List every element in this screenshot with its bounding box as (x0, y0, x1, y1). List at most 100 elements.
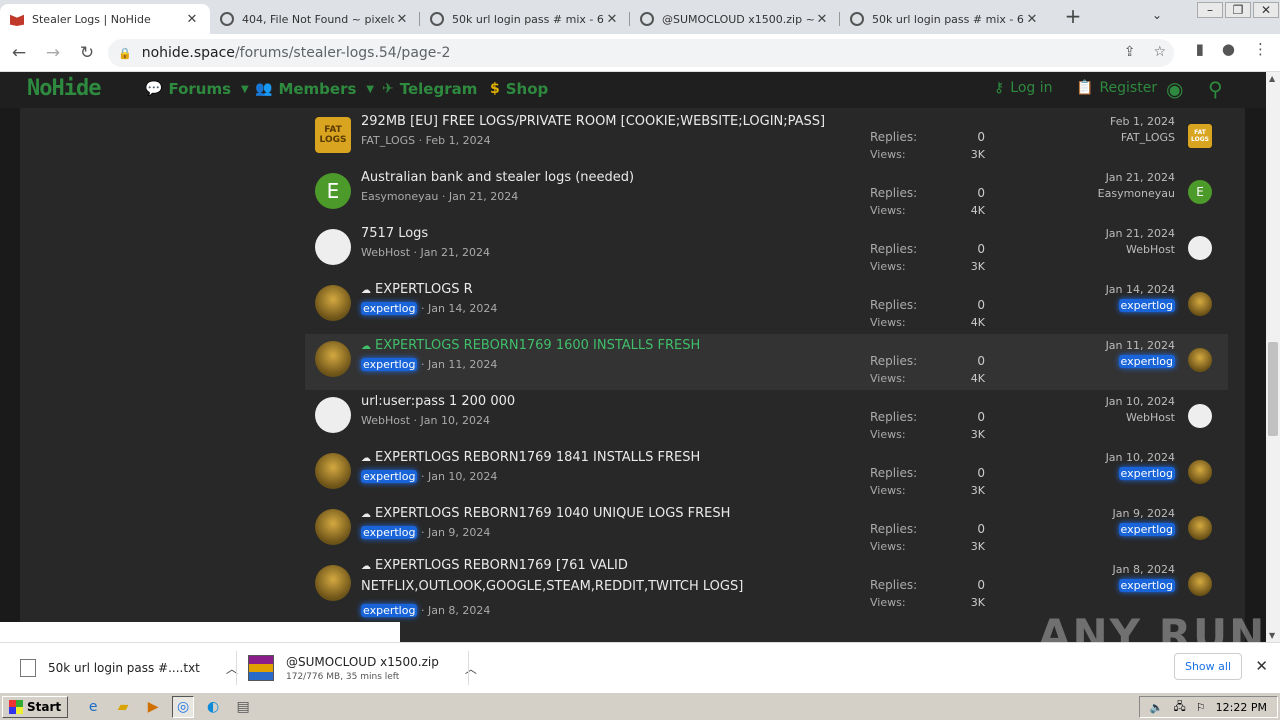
address-bar[interactable]: 🔒 nohide.space/forums/stealer-logs.54/pa… (108, 39, 1174, 67)
tab-stealer-logs[interactable]: Stealer Logs | NoHide ✕ (0, 4, 210, 34)
author-avatar[interactable] (315, 565, 351, 601)
author-link[interactable]: expertlog (361, 526, 418, 539)
thread-date[interactable]: Jan 21, 2024 (449, 190, 518, 203)
last-post-date[interactable]: Jan 10, 2024 (1106, 395, 1175, 408)
notepad-icon[interactable]: ▤ (232, 696, 254, 718)
clock[interactable]: 12:22 PM (1216, 701, 1267, 714)
thread-title[interactable]: Australian bank and stealer logs (needed… (361, 170, 634, 185)
scroll-up-icon[interactable]: ▲ (1269, 74, 1275, 83)
close-tab-icon[interactable]: ✕ (604, 12, 620, 27)
network-icon[interactable]: 🖧 (1174, 698, 1186, 717)
forward-arrow-icon[interactable]: → (38, 43, 68, 63)
kebab-menu-icon[interactable]: ⋮ (1253, 40, 1268, 58)
reload-icon[interactable]: ↻ (72, 43, 102, 63)
profile-avatar-icon[interactable]: ● (1222, 40, 1235, 58)
nav-shop[interactable]: $ Shop (490, 80, 548, 98)
download-item-zip[interactable]: @SUMOCLOUD x1500.zip 172/776 MB, 35 mins… (248, 643, 477, 693)
chrome-icon[interactable]: ◎ (172, 695, 195, 718)
last-poster-avatar[interactable] (1188, 460, 1212, 484)
last-post-date[interactable]: Jan 10, 2024 (1106, 451, 1175, 464)
author-avatar[interactable] (315, 509, 351, 545)
thread-row[interactable]: ☁ EXPERTLOGS REBORN1769 1600 INSTALLS FRE… (305, 334, 1228, 390)
thread-row[interactable]: ☁ EXPERTLOGS REBORN1769 1040 UNIQUE LOGS … (305, 502, 1228, 558)
show-all-button[interactable]: Show all (1173, 653, 1242, 680)
search-icon[interactable]: ⚲ (1208, 77, 1223, 101)
last-post-user[interactable]: Easymoneyau (1098, 187, 1175, 200)
last-post-date[interactable]: Jan 14, 2024 (1106, 283, 1175, 296)
thread-row[interactable]: E Australian bank and stealer logs (need… (305, 166, 1228, 222)
nav-telegram[interactable]: ✈ Telegram (382, 80, 477, 98)
globe-icon[interactable]: ◉ (1166, 77, 1183, 101)
last-post-date[interactable]: Feb 1, 2024 (1110, 115, 1175, 128)
ie-icon[interactable]: e (82, 696, 104, 718)
last-post-user[interactable]: expertlog (1118, 355, 1175, 368)
start-button[interactable]: Start (2, 695, 69, 718)
last-post-user[interactable]: expertlog (1118, 579, 1175, 592)
thread-title[interactable]: ☁ EXPERTLOGS REBORN1769 [761 VALID NETFLI… (361, 556, 841, 597)
close-tab-icon[interactable]: ✕ (814, 12, 830, 27)
restore-icon[interactable]: ❐ (1225, 2, 1251, 18)
thread-date[interactable]: Jan 10, 2024 (428, 470, 497, 483)
last-post-user[interactable]: expertlog (1118, 467, 1175, 480)
thread-title[interactable]: ☁ EXPERTLOGS R (361, 282, 473, 297)
close-shelf-icon[interactable]: ✕ (1255, 657, 1268, 675)
thread-row[interactable]: FAT LOGS 292MB [EU] FREE LOGS/PRIVATE RO… (305, 110, 1228, 166)
tab-404[interactable]: 404, File Not Found ~ pixeldra ✕ (210, 4, 420, 34)
thread-row[interactable]: 7517 Logs WebHost · Jan 21, 2024 Replies… (305, 222, 1228, 278)
thread-date[interactable]: Jan 14, 2024 (428, 302, 497, 315)
thread-date[interactable]: Jan 10, 2024 (421, 414, 490, 427)
lock-icon[interactable]: 🔒 (118, 47, 132, 60)
last-poster-avatar[interactable]: E (1188, 180, 1212, 204)
last-post-user[interactable]: FAT_LOGS (1121, 131, 1175, 144)
site-logo[interactable]: NoHide (27, 76, 101, 101)
last-post-user[interactable]: WebHost (1126, 411, 1175, 424)
scroll-down-icon[interactable]: ▼ (1269, 631, 1275, 640)
last-post-date[interactable]: Jan 8, 2024 (1113, 563, 1175, 576)
chevron-up-icon[interactable]: ︿ (465, 660, 477, 677)
author-avatar[interactable] (315, 285, 351, 321)
last-poster-avatar[interactable] (1188, 404, 1212, 428)
thread-title[interactable]: url:user:pass 1 200 000 (361, 394, 515, 409)
author-avatar[interactable]: FAT LOGS (315, 117, 351, 153)
nav-members[interactable]: 👥 Members ▼ (255, 80, 374, 98)
chevron-down-icon[interactable]: ▼ (241, 84, 249, 95)
chevron-down-icon[interactable]: ▼ (366, 84, 374, 95)
tab-sumocloud[interactable]: @SUMOCLOUD x1500.zip ~ pi ✕ (630, 4, 840, 34)
thread-date[interactable]: Jan 9, 2024 (428, 526, 490, 539)
bookmark-star-icon[interactable]: ☆ (1153, 44, 1166, 60)
last-poster-avatar[interactable] (1188, 236, 1212, 260)
author-link[interactable]: expertlog (361, 302, 418, 315)
thread-row[interactable]: url:user:pass 1 200 000 WebHost · Jan 10… (305, 390, 1228, 446)
tab-search-chevron-icon[interactable]: ⌄ (1152, 8, 1162, 22)
thread-date[interactable]: Jan 21, 2024 (421, 246, 490, 259)
download-item-txt[interactable]: 50k url login pass #....txt ︿ (20, 643, 238, 693)
edge-icon[interactable]: ◐ (202, 696, 224, 718)
thread-date[interactable]: Feb 1, 2024 (426, 134, 491, 147)
nav-forums[interactable]: 💬 Forums ▼ (145, 80, 249, 98)
thread-title[interactable]: ☁ EXPERTLOGS REBORN1769 1040 UNIQUE LOGS … (361, 506, 730, 521)
last-post-user[interactable]: WebHost (1126, 243, 1175, 256)
folder-icon[interactable]: ▰ (112, 696, 134, 718)
media-player-icon[interactable]: ▶ (142, 696, 164, 718)
author-link[interactable]: WebHost (361, 246, 410, 259)
close-tab-icon[interactable]: ✕ (1024, 12, 1040, 27)
back-arrow-icon[interactable]: ← (4, 43, 34, 63)
author-link[interactable]: expertlog (361, 358, 418, 371)
author-avatar[interactable] (315, 453, 351, 489)
last-post-date[interactable]: Jan 21, 2024 (1106, 171, 1175, 184)
thread-row[interactable]: ☁ EXPERTLOGS REBORN1769 [761 VALID NETFLI… (305, 556, 1228, 617)
thread-row[interactable]: ☁ EXPERTLOGS REBORN1769 1841 INSTALLS FRE… (305, 446, 1228, 502)
author-link[interactable]: WebHost (361, 414, 410, 427)
volume-icon[interactable]: 🔈 (1150, 701, 1164, 714)
last-post-date[interactable]: Jan 11, 2024 (1106, 339, 1175, 352)
side-panel-icon[interactable]: ▮ (1196, 40, 1204, 58)
share-icon[interactable]: ⇪ (1124, 44, 1136, 60)
tab-50k-2[interactable]: 50k url login pass # mix - 65.b ✕ (840, 4, 1050, 34)
page-scrollbar[interactable]: ▲ ▼ (1266, 72, 1280, 642)
author-avatar[interactable] (315, 397, 351, 433)
last-poster-avatar[interactable]: FAT LOGS (1188, 124, 1212, 148)
last-poster-avatar[interactable] (1188, 292, 1212, 316)
thread-date[interactable]: Jan 11, 2024 (428, 358, 497, 371)
last-poster-avatar[interactable] (1188, 572, 1212, 596)
last-post-date[interactable]: Jan 21, 2024 (1106, 227, 1175, 240)
